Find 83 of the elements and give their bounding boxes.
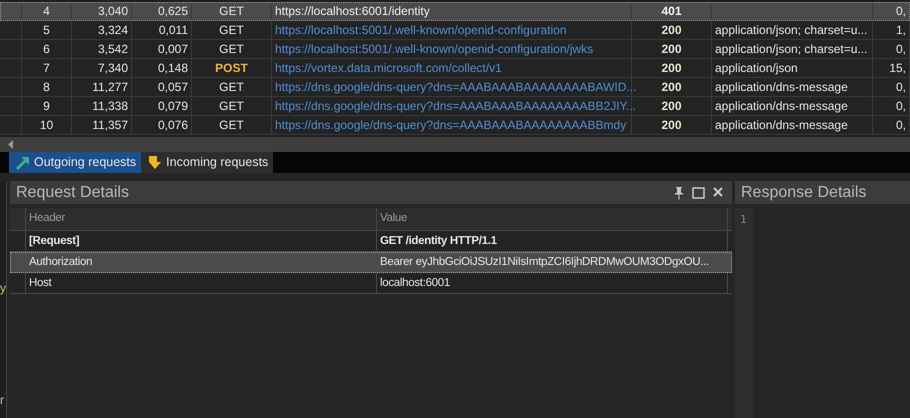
- column-header[interactable]: Header: [26, 208, 377, 230]
- status-cell: 200: [632, 21, 712, 39]
- method-cell: GET: [192, 40, 272, 58]
- request-row[interactable]: 4 3,040 0,625 GET https://localhost:6001/identity 401 0,: [0, 2, 910, 21]
- table-cell: application/dns-message: [712, 97, 873, 115]
- request-row[interactable]: 9 11,338 0,079 GET https://dns.google/dns-query?dns=AAABAAABAAAAAAAABB2JIY... 200 application/dns-message 0,: [0, 97, 910, 116]
- table-cell: application/dns-message: [712, 78, 873, 96]
- table-cell: application/dns-message: [712, 116, 873, 134]
- table-cell: 0,057: [132, 78, 192, 96]
- tab[interactable]: Incoming requests: [141, 152, 274, 173]
- table-cell: 0,: [873, 116, 910, 134]
- table-cell: 7: [22, 59, 72, 77]
- status-cell: 200: [632, 97, 712, 115]
- maximize-icon: [692, 186, 705, 198]
- table-cell: 0,011: [132, 21, 192, 39]
- table-cell: 9: [22, 97, 72, 115]
- arrow-down-icon: [146, 154, 162, 171]
- table-cell: 0,625: [132, 2, 192, 20]
- request-row[interactable]: 6 3,542 0,007 GET https://localhost:5001/.well-known/openid-configuration/jwks 200 application/json; charset=u... 0,: [0, 40, 910, 59]
- arrow-up-right-icon: [14, 154, 30, 171]
- panel-title: Response Details: [741, 182, 866, 202]
- table-cell: 1,: [873, 21, 910, 39]
- table-cell: 0,148: [132, 59, 192, 77]
- status-cell: 200: [632, 59, 712, 77]
- table-cell: 0,076: [132, 116, 192, 134]
- method-cell: GET: [192, 2, 272, 20]
- table-cell: 0,: [873, 40, 910, 58]
- table-cell: [Request]: [26, 231, 377, 251]
- table-cell: Bearer eyJhbGciOiJSUzI1NiIsImtpZCI6IjhDRDMwOUM3ODgxOU...: [377, 252, 728, 272]
- table-cell: 0,079: [132, 97, 192, 115]
- table-cell: 8: [22, 78, 72, 96]
- table-cell: 11,338: [72, 97, 132, 115]
- close-icon: [712, 186, 724, 198]
- panel-title: Request Details: [16, 182, 129, 202]
- table-cell: Authorization: [26, 252, 377, 272]
- table-cell: 0,007: [132, 40, 192, 58]
- table-cell: 3,542: [72, 40, 132, 58]
- request-row[interactable]: 7 7,340 0,148 POST https://vortex.data.microsoft.com/collect/v1 200 application/json 15,: [0, 59, 910, 78]
- table-cell: application/json; charset=u...: [712, 40, 873, 58]
- table-cell: 0,: [873, 78, 910, 96]
- request-row[interactable]: 8 11,277 0,057 GET https://dns.google/dns-query?dns=AAABAAABAAAAAAAABAWID... 200 application/dns-message 0,: [0, 78, 910, 97]
- table-cell: 15,: [873, 59, 910, 77]
- text-fragment: y: [0, 280, 6, 297]
- table-cell: 3,040: [72, 2, 132, 20]
- url-cell: https://localhost:6001/identity: [272, 2, 632, 20]
- tab[interactable]: Outgoing requests: [9, 152, 142, 173]
- method-cell: GET: [192, 116, 272, 134]
- status-cell: 200: [632, 40, 712, 58]
- line-number: 1: [740, 212, 748, 228]
- table-cell: 4: [22, 2, 72, 20]
- header-row[interactable]: [Request] GET /identity HTTP/1.1: [10, 231, 732, 252]
- url-cell: https://vortex.data.microsoft.com/collect/v1: [272, 59, 632, 77]
- table-cell: 6: [22, 40, 72, 58]
- table-cell: Host: [26, 273, 377, 293]
- column-header[interactable]: Value: [377, 208, 728, 230]
- request-row[interactable]: 5 3,324 0,011 GET https://localhost:5001/.well-known/openid-configuration 200 application/json; charset=u... 1,: [0, 21, 910, 40]
- table-cell: 11,357: [72, 116, 132, 134]
- pin-icon: [673, 186, 685, 200]
- status-cell: 401: [632, 2, 712, 20]
- url-cell: https://dns.google/dns-query?dns=AAABAAABAAAAAAAABBmdy: [272, 116, 632, 134]
- maximize-button[interactable]: [690, 186, 707, 200]
- table-cell: 11,277: [72, 78, 132, 96]
- request-row[interactable]: 10 11,357 0,076 GET https://dns.google/dns-query?dns=AAABAAABAAAAAAAABBmdy 200 application/dns-message 0,: [0, 116, 910, 135]
- method-cell: GET: [192, 97, 272, 115]
- url-cell: https://localhost:5001/.well-known/openid-configuration/jwks: [272, 40, 632, 58]
- text-fragment: r: [0, 392, 5, 409]
- header-row[interactable]: Host localhost:6001: [10, 273, 732, 294]
- table-cell: GET /identity HTTP/1.1: [377, 231, 728, 251]
- table-cell: 5: [22, 21, 72, 39]
- status-cell: 200: [632, 116, 712, 134]
- method-cell: POST: [192, 59, 272, 77]
- url-cell: https://localhost:5001/.well-known/openid-configuration: [272, 21, 632, 39]
- header-row[interactable]: Authorization Bearer eyJhbGciOiJSUzI1NiIsImtpZCI6IjhDRDMwOUM3ODgxOU...: [10, 252, 732, 273]
- table-cell: 3,324: [72, 21, 132, 39]
- table-cell: 0,: [873, 2, 910, 20]
- method-cell: GET: [192, 21, 272, 39]
- table-cell: localhost:6001: [377, 273, 728, 293]
- table-cell: 10: [22, 116, 72, 134]
- table-cell: 0,: [873, 97, 910, 115]
- table-cell: 7,340: [72, 59, 132, 77]
- method-cell: GET: [192, 78, 272, 96]
- table-cell: application/json; charset=u...: [712, 21, 873, 39]
- table-cell: application/json: [712, 59, 873, 77]
